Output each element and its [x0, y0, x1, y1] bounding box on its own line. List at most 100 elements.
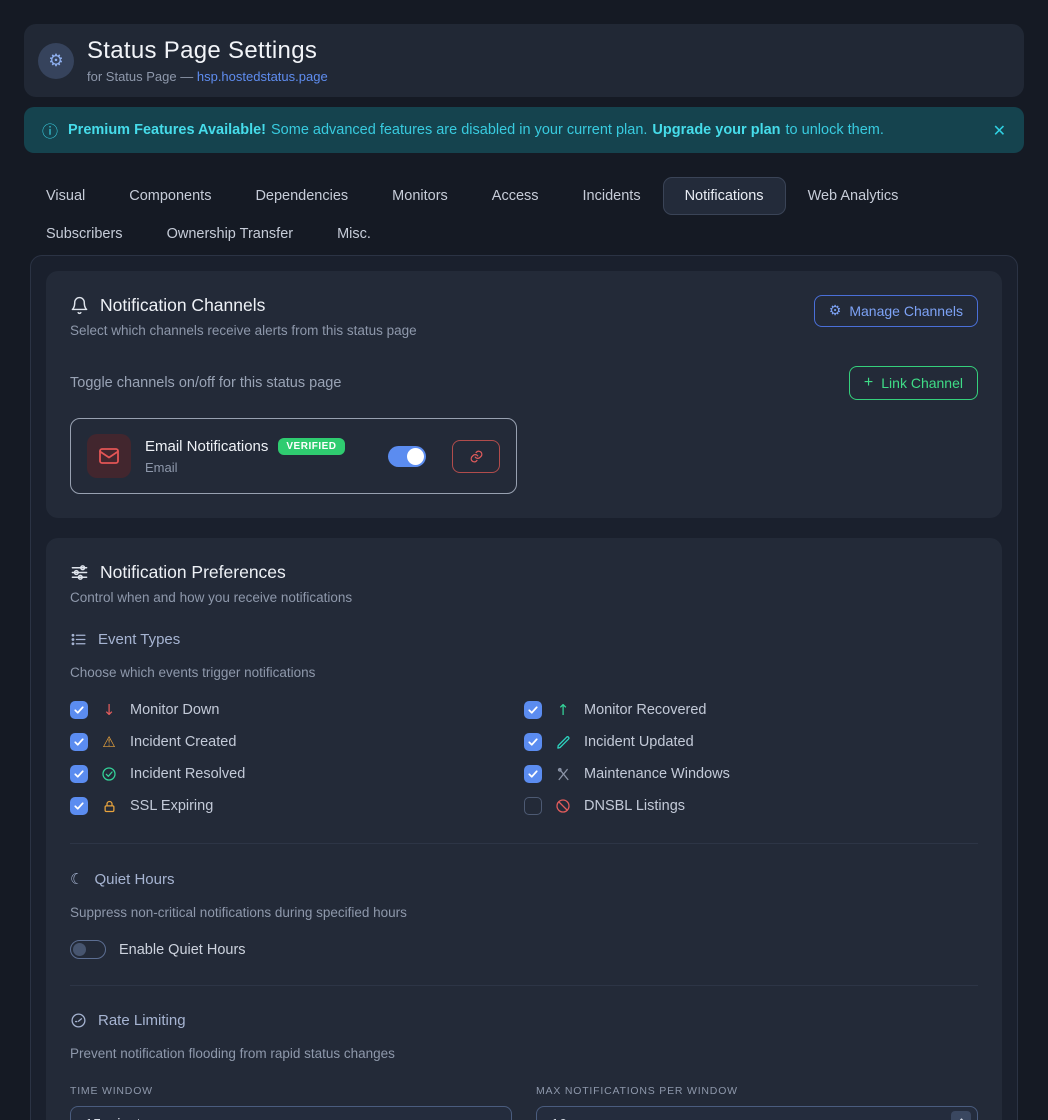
gear-icon: ⚙: [38, 43, 74, 79]
tab-misc[interactable]: Misc.: [315, 215, 393, 253]
event-label: Incident Resolved: [130, 766, 245, 782]
settings-tabs: Visual Components Dependencies Monitors …: [24, 177, 984, 253]
arrow-down-icon: ↓: [99, 701, 119, 719]
ssl-expiring-checkbox[interactable]: [70, 797, 88, 815]
max-notifications-label: MAX NOTIFICATIONS PER WINDOW: [536, 1085, 978, 1097]
rate-limiting-title: Rate Limiting: [98, 1012, 186, 1029]
quiet-hours-subtitle: Suppress non-critical notifications duri…: [70, 905, 978, 920]
time-window-select[interactable]: 15 minutes: [70, 1106, 512, 1120]
number-stepper[interactable]: [951, 1111, 971, 1120]
tab-visual[interactable]: Visual: [24, 177, 107, 215]
event-types-subtitle: Choose which events trigger notification…: [70, 665, 978, 680]
moon-icon: ☾: [70, 870, 83, 888]
preferences-title: Notification Preferences: [100, 562, 286, 583]
chain-link-icon: [469, 449, 484, 464]
preferences-subtitle: Control when and how you receive notific…: [70, 590, 978, 605]
status-page-settings: ⚙ Status Page Settings for Status Page —…: [0, 0, 1048, 1120]
event-row-incident-created: ⚠ Incident Created: [70, 731, 524, 753]
arrow-up-icon: ↑: [553, 701, 573, 719]
notifications-panel: Notification Channels Select which chann…: [30, 255, 1018, 1120]
monitor-recovered-checkbox[interactable]: [524, 701, 542, 719]
unlink-channel-button[interactable]: [452, 440, 500, 473]
quiet-hours-toggle-label: Enable Quiet Hours: [119, 942, 246, 958]
quiet-hours-title: Quiet Hours: [94, 871, 174, 888]
event-types-heading: Event Types: [70, 631, 978, 648]
email-channel-toggle[interactable]: [388, 446, 426, 467]
channels-subtitle: Select which channels receive alerts fro…: [70, 323, 417, 338]
event-label: DNSBL Listings: [584, 798, 685, 814]
quiet-hours-toggle[interactable]: [70, 940, 106, 959]
event-row-incident-resolved: Incident Resolved: [70, 763, 524, 785]
max-notifications-input[interactable]: [551, 1117, 951, 1120]
event-row-maintenance-windows: Maintenance Windows: [524, 763, 978, 785]
section-divider: [70, 843, 978, 844]
banner-title: Premium Features Available!: [68, 122, 266, 138]
event-label: Maintenance Windows: [584, 766, 730, 782]
manage-channels-button[interactable]: ⚙ Manage Channels: [814, 295, 978, 327]
list-icon: [70, 631, 87, 648]
bell-icon: [70, 296, 89, 315]
preferences-title-row: Notification Preferences: [70, 562, 978, 583]
event-label: Incident Created: [130, 734, 236, 750]
info-icon: ⓘ: [42, 118, 58, 142]
header-text: Status Page Settings for Status Page — h…: [87, 37, 328, 84]
incident-resolved-checkbox[interactable]: [70, 765, 88, 783]
premium-banner: ⓘ Premium Features Available! Some advan…: [24, 107, 1024, 153]
banner-suffix: to unlock them.: [786, 122, 884, 138]
event-label: SSL Expiring: [130, 798, 213, 814]
channel-type: Email: [145, 460, 345, 475]
monitor-down-checkbox[interactable]: [70, 701, 88, 719]
event-label: Monitor Recovered: [584, 702, 707, 718]
page-subtitle: for Status Page — hsp.hostedstatus.page: [87, 69, 328, 84]
tab-web-analytics[interactable]: Web Analytics: [786, 177, 921, 215]
check-circle-icon: [99, 766, 119, 782]
tab-access[interactable]: Access: [470, 177, 561, 215]
sliders-icon: [70, 563, 89, 582]
gauge-icon: [70, 1012, 87, 1029]
event-row-incident-updated: Incident Updated: [524, 731, 978, 753]
time-window-field-group: TIME WINDOW 15 minutes: [70, 1085, 512, 1120]
max-notifications-field-group: MAX NOTIFICATIONS PER WINDOW: [536, 1085, 978, 1120]
channels-title: Notification Channels: [100, 295, 265, 316]
time-window-label: TIME WINDOW: [70, 1085, 512, 1097]
warning-triangle-icon: ⚠: [99, 733, 119, 751]
channel-name: Email Notifications: [145, 438, 268, 455]
close-icon[interactable]: ✕: [993, 121, 1006, 140]
plus-icon: +: [864, 374, 873, 392]
email-channel-card: Email Notifications VERIFIED Email: [70, 418, 517, 494]
event-label: Incident Updated: [584, 734, 694, 750]
pencil-icon: [553, 735, 573, 750]
tab-subscribers[interactable]: Subscribers: [24, 215, 145, 253]
quiet-hours-heading: ☾ Quiet Hours: [70, 870, 978, 888]
channels-title-row: Notification Channels: [70, 295, 417, 316]
link-channel-button[interactable]: + Link Channel: [849, 366, 978, 400]
maintenance-windows-checkbox[interactable]: [524, 765, 542, 783]
lock-icon: [99, 799, 119, 814]
tab-components[interactable]: Components: [107, 177, 233, 215]
ban-circle-icon: [553, 798, 573, 814]
tab-dependencies[interactable]: Dependencies: [233, 177, 370, 215]
tab-notifications[interactable]: Notifications: [663, 177, 786, 215]
toggle-channels-hint: Toggle channels on/off for this status p…: [70, 375, 341, 391]
event-types-grid: ↓ Monitor Down ⚠ Incident Created Incide…: [70, 699, 978, 817]
subtitle-prefix: for Status Page —: [87, 69, 193, 84]
notification-preferences-card: Notification Preferences Control when an…: [46, 538, 1002, 1120]
verified-badge: VERIFIED: [278, 438, 344, 455]
tab-ownership-transfer[interactable]: Ownership Transfer: [145, 215, 316, 253]
upgrade-plan-link[interactable]: Upgrade your plan: [652, 122, 780, 138]
tab-monitors[interactable]: Monitors: [370, 177, 470, 215]
incident-created-checkbox[interactable]: [70, 733, 88, 751]
tools-icon: [553, 767, 573, 782]
event-row-dnsbl-listings: DNSBL Listings: [524, 795, 978, 817]
rate-limiting-subtitle: Prevent notification flooding from rapid…: [70, 1046, 978, 1061]
tab-incidents[interactable]: Incidents: [561, 177, 663, 215]
rate-limiting-heading: Rate Limiting: [70, 1012, 978, 1029]
status-page-link[interactable]: hsp.hostedstatus.page: [197, 69, 328, 84]
envelope-icon: [87, 434, 131, 478]
banner-body: Some advanced features are disabled in y…: [271, 122, 647, 138]
page-title: Status Page Settings: [87, 37, 328, 65]
page-header: ⚙ Status Page Settings for Status Page —…: [24, 24, 1024, 97]
channel-info: Email Notifications VERIFIED Email: [145, 438, 345, 475]
dnsbl-listings-checkbox[interactable]: [524, 797, 542, 815]
incident-updated-checkbox[interactable]: [524, 733, 542, 751]
